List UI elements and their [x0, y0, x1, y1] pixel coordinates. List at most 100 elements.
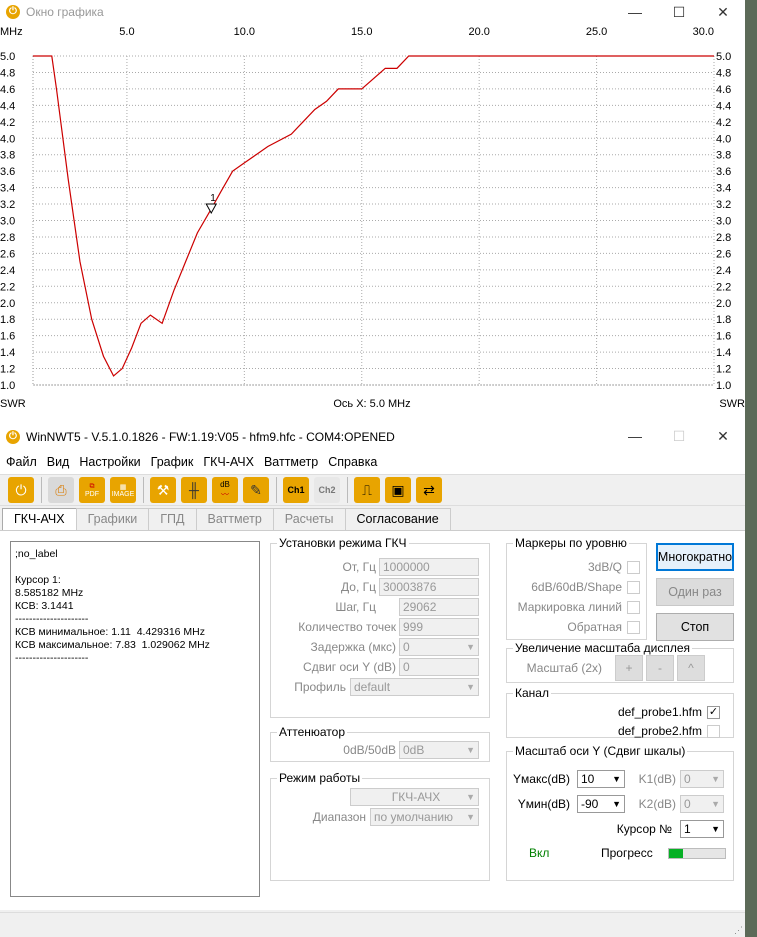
swap-icon[interactable]: ⇄ — [416, 477, 442, 503]
line-marking-checkbox[interactable] — [627, 601, 640, 614]
single-sweep-button[interactable]: Один раз — [656, 578, 734, 606]
points-input[interactable]: 999 — [399, 618, 479, 636]
ch2-icon[interactable]: Ch2 — [314, 477, 340, 503]
save-icon[interactable]: ▣ — [385, 477, 411, 503]
graph-window: ⏻ Окно графика — ☐ ✕ MHz 5.0 10.0 15.0 20.0… — [0, 0, 745, 424]
zoom-up-button[interactable]: ^ — [677, 655, 705, 681]
from-input[interactable]: 1000000 — [379, 558, 479, 576]
y-tick-label-right: 2.8 — [716, 232, 731, 244]
cursor-number-label: Курсор № — [616, 822, 672, 836]
y-tick-label-left: 1.2 — [0, 364, 15, 376]
y-tick-label-right: 2.6 — [716, 248, 731, 260]
probe1-label: def_probe1.hfm — [617, 705, 702, 719]
main-window-titlebar[interactable]: ⏻ WinNWT5 - V.5.1.0.1826 - FW:1.19:V05 -… — [0, 424, 745, 450]
main-window: ⏻ WinNWT5 - V.5.1.0.1826 - FW:1.19:V05 -… — [0, 424, 745, 937]
y-tick-label-left: 1.0 — [0, 380, 15, 392]
close-button[interactable]: ✕ — [700, 424, 746, 448]
ch1-icon[interactable]: Ch1 — [283, 477, 309, 503]
menu-file[interactable]: Файл — [2, 455, 41, 469]
menu-graph[interactable]: График — [147, 455, 198, 469]
chevron-down-icon: ▼ — [466, 812, 475, 822]
attenuator-label: 0dB/50dB — [343, 743, 396, 757]
tab-wattmeter[interactable]: Ваттметр — [195, 508, 274, 530]
k1-label: K1(dB) — [638, 772, 676, 786]
y-tick-label-right: 4.6 — [716, 84, 731, 96]
ymax-select[interactable]: 10 ▼ — [577, 770, 625, 788]
tab-matching[interactable]: Согласование — [344, 508, 451, 530]
menu-settings[interactable]: Настройки — [75, 455, 144, 469]
step-input[interactable]: 29062 — [399, 598, 479, 616]
profile-label: Профиль — [294, 680, 346, 694]
probe-icon[interactable]: ⚒ — [150, 477, 176, 503]
minimize-button[interactable]: — — [612, 0, 658, 24]
y-tick-label-right: 1.2 — [716, 364, 731, 376]
menu-help[interactable]: Справка — [324, 455, 381, 469]
zoom-legend: Увеличение масштаба дисплея — [515, 641, 691, 655]
range-select[interactable]: по умолчанию ▼ — [370, 808, 479, 826]
y-tick-label-left: 2.6 — [0, 248, 15, 260]
menu-bar: Файл Вид Настройки График ГКЧ-АЧХ Ваттме… — [0, 450, 745, 474]
menu-view[interactable]: Вид — [43, 455, 74, 469]
y-tick-label-left: 3.6 — [0, 166, 15, 178]
tab-calculations[interactable]: Расчеты — [272, 508, 346, 530]
zoom-plus-button[interactable]: + — [615, 655, 643, 681]
delay-label: Задержка (мкс) — [310, 640, 396, 654]
cursor-number-select[interactable]: 1 ▼ — [680, 820, 724, 838]
mode-select[interactable]: ГКЧ-АЧХ ▼ — [350, 788, 479, 806]
close-button[interactable]: ✕ — [700, 0, 746, 24]
yshift-input[interactable]: 0 — [399, 658, 479, 676]
points-label: Количество точек — [298, 620, 396, 634]
output-textbox[interactable]: ;no_label Курсор 1: 8.585182 MHz КСВ: 3.… — [10, 541, 260, 897]
y-tick-label-right: 1.4 — [716, 347, 731, 359]
attenuator-select[interactable]: 0dB ▼ — [399, 741, 479, 759]
marker-3db-checkbox[interactable] — [627, 561, 640, 574]
pdf-icon[interactable]: ⧉ PDF — [79, 477, 105, 503]
y-tick-label-right: 1.0 — [716, 380, 731, 392]
channel-legend: Канал — [515, 686, 549, 700]
minimize-button[interactable]: — — [612, 424, 658, 448]
power-icon[interactable]: ⏻ — [8, 477, 34, 503]
tab-graphs[interactable]: Графики — [75, 508, 150, 530]
from-label: От, Гц — [342, 560, 376, 574]
probe1-checkbox[interactable]: ✓ — [707, 706, 720, 719]
graph-window-titlebar[interactable]: ⏻ Окно графика — ☐ ✕ — [0, 0, 745, 24]
yscale-legend: Масштаб оси Y (Сдвиг шкалы) — [515, 744, 686, 758]
zoom-minus-button[interactable]: - — [646, 655, 674, 681]
chevron-down-icon: ▼ — [711, 799, 720, 809]
multi-sweep-button[interactable]: Многократно — [656, 543, 734, 571]
to-input[interactable]: 30003876 — [379, 578, 479, 596]
tab-vfo[interactable]: ГПД — [148, 508, 197, 530]
k1-select[interactable]: 0 ▼ — [680, 770, 724, 788]
y-tick-label-left: 1.6 — [0, 331, 15, 343]
tools-icon[interactable]: ✎ — [243, 477, 269, 503]
resize-grip-icon[interactable]: ⋰ — [734, 925, 743, 936]
swr-chart[interactable]: MHz 5.0 10.0 15.0 20.0 25.0 30.0 5.04.84.64.4… — [0, 24, 745, 424]
toolbar-separator — [143, 477, 144, 503]
maximize-button[interactable]: ☐ — [656, 0, 702, 24]
printer-icon[interactable]: ⎙ — [48, 477, 74, 503]
y-tick-label-right: 1.8 — [716, 314, 731, 326]
inverse-checkbox[interactable] — [627, 621, 640, 634]
menu-sweep[interactable]: ГКЧ-АЧХ — [199, 455, 258, 469]
y-tick-label-left: 5.0 — [0, 51, 15, 63]
status-bar: ⋰ — [0, 912, 745, 937]
ymin-select[interactable]: -90 ▼ — [577, 795, 625, 813]
menu-wattmeter[interactable]: Ваттметр — [260, 455, 322, 469]
marker-1[interactable]: 1 — [205, 193, 218, 215]
chevron-down-icon: ▼ — [612, 774, 621, 784]
single-sweep-icon[interactable]: ⎍ — [354, 477, 380, 503]
k2-select[interactable]: 0 ▼ — [680, 795, 724, 813]
tab-sweep[interactable]: ГКЧ-АЧХ — [2, 508, 77, 530]
image-icon[interactable]: ▦ IMAGE — [110, 477, 136, 503]
delay-select[interactable]: 0 ▼ — [399, 638, 479, 656]
db-icon[interactable]: dB 〰 — [212, 477, 238, 503]
k2-label: K2(dB) — [638, 797, 676, 811]
probe2-checkbox[interactable] — [707, 725, 720, 738]
grid-cursor-icon[interactable]: ╫ — [181, 477, 207, 503]
y-tick-label-right: 2.0 — [716, 298, 731, 310]
marker-6db-checkbox[interactable] — [627, 581, 640, 594]
mode-legend: Режим работы — [279, 771, 361, 785]
profile-select[interactable]: default ▼ — [350, 678, 479, 696]
stop-button[interactable]: Стоп — [656, 613, 734, 641]
y-tick-label-right: 3.2 — [716, 199, 731, 211]
